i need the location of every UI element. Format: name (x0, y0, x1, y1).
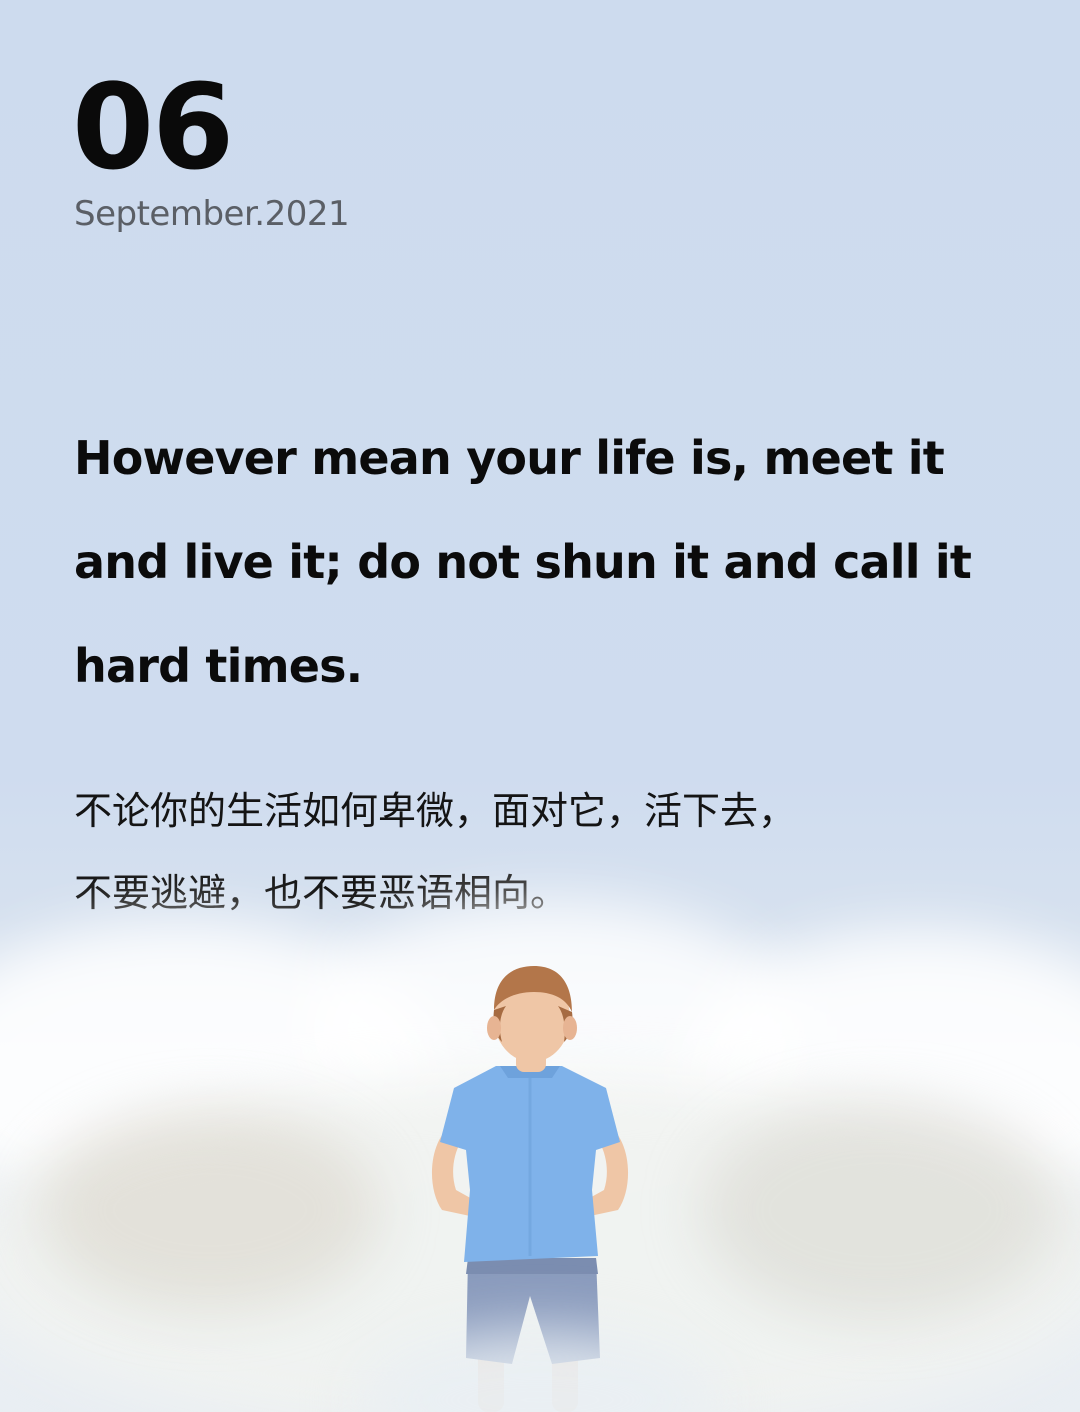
quote-english-line: hard times. (74, 639, 363, 693)
quote-chinese-line: 不论你的生活如何卑微，面对它，活下去， (74, 789, 797, 833)
quote-english-line: However mean your life is, meet it (74, 431, 945, 485)
quote-english: However mean your life is, meet it and l… (74, 406, 1034, 718)
date-month-year: September.2021 (74, 194, 350, 234)
photo-scene (0, 860, 1080, 1412)
date-day: 06 (72, 58, 234, 196)
quote-english-line: and live it; do not shun it and call it (74, 535, 972, 589)
quote-card: 06 September.2021 However mean your life… (0, 0, 1080, 1412)
